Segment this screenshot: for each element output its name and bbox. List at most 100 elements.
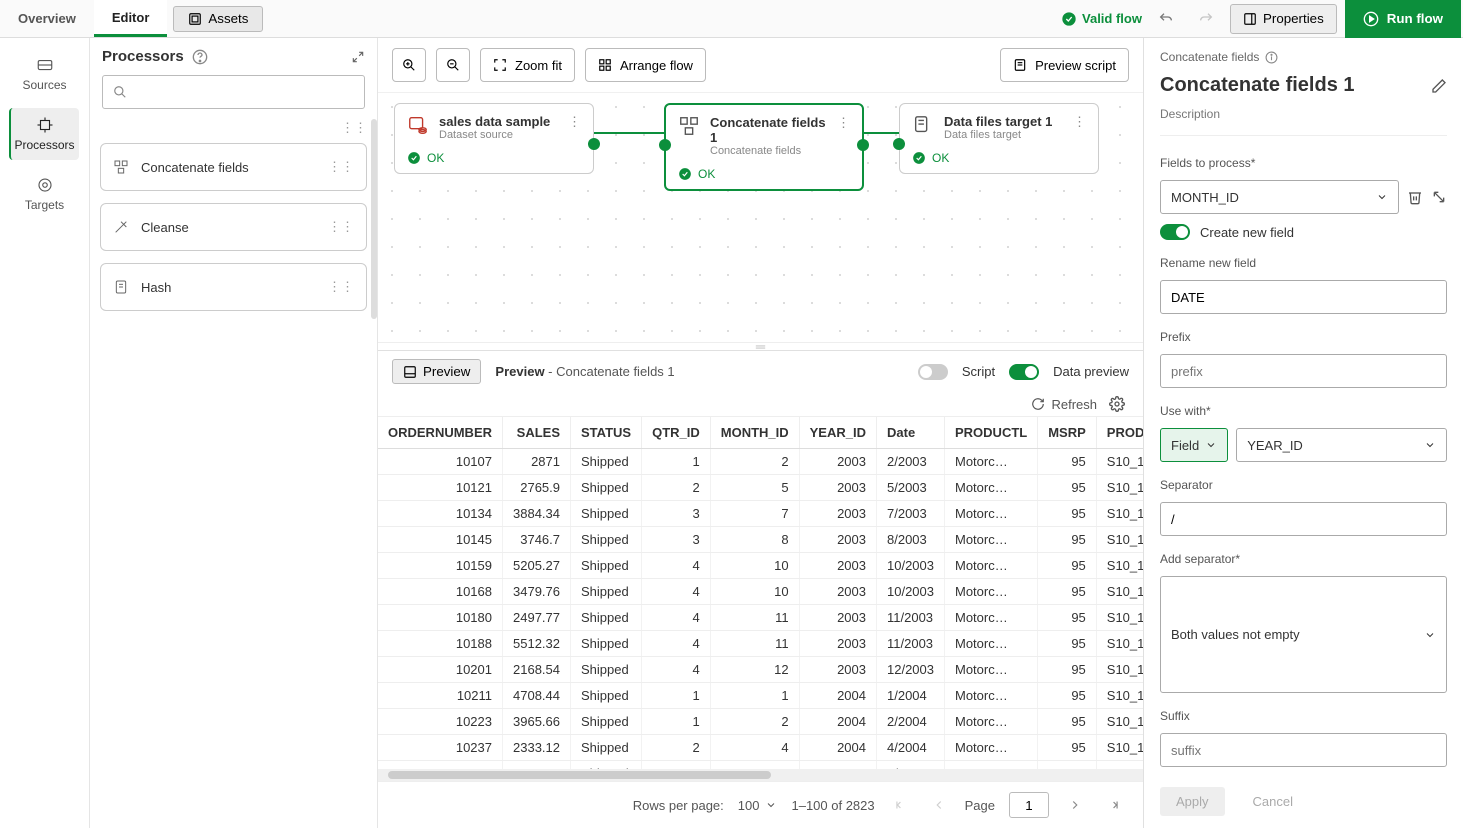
fields-to-process-select[interactable]: MONTH_ID: [1160, 180, 1399, 214]
apply-to-all-button[interactable]: [1431, 189, 1447, 205]
last-page-button[interactable]: [1101, 793, 1125, 817]
node-target[interactable]: Data files target 1 Data files target ⋮ …: [899, 103, 1099, 174]
redo-button[interactable]: [1190, 5, 1222, 33]
zoom-out-button[interactable]: [436, 48, 470, 82]
table-row[interactable]: 101343884.34Shipped3720037/2003Motorc…95…: [378, 501, 1143, 527]
rail-processors[interactable]: Processors: [9, 108, 79, 160]
table-row[interactable]: 101683479.76Shipped410200310/2003Motorc……: [378, 579, 1143, 605]
node-menu-button[interactable]: ⋮: [1073, 114, 1086, 130]
properties-button[interactable]: Properties: [1230, 4, 1337, 34]
table-row[interactable]: 101802497.77Shipped411200311/2003Motorc……: [378, 605, 1143, 631]
table-row[interactable]: 101453746.7Shipped3820038/2003Motorc…95S…: [378, 527, 1143, 553]
undo-button[interactable]: [1150, 5, 1182, 33]
separator-input[interactable]: [1160, 502, 1447, 536]
column-header[interactable]: YEAR_ID: [799, 417, 876, 449]
add-separator-select[interactable]: Both values not empty: [1160, 576, 1447, 693]
processors-search[interactable]: [102, 75, 365, 109]
table-row[interactable]: 101072871Shipped1220032/2003Motorc…95S10…: [378, 449, 1143, 475]
node-input-port[interactable]: [659, 139, 671, 151]
data-preview-table[interactable]: ORDERNUMBERSALESSTATUSQTR_IDMONTH_IDYEAR…: [378, 416, 1143, 769]
preview-script-button[interactable]: Preview script: [1000, 48, 1129, 82]
panel-resize-handle[interactable]: ═: [378, 342, 1143, 350]
check-circle-icon: [678, 167, 692, 181]
assets-button[interactable]: Assets: [173, 6, 263, 32]
column-header[interactable]: Date: [877, 417, 945, 449]
table-cell: 2003: [799, 527, 876, 553]
page-input[interactable]: [1009, 792, 1049, 818]
column-header[interactable]: ORDERNUMBER: [378, 417, 503, 449]
drag-handle-icon[interactable]: ⋮⋮: [341, 120, 367, 136]
zoom-in-icon: [402, 58, 416, 72]
processor-item-partial[interactable]: ⋮⋮: [100, 119, 367, 137]
table-cell: 95: [1038, 709, 1097, 735]
column-header[interactable]: PRODUCTC: [1096, 417, 1143, 449]
processor-item-cleanse[interactable]: Cleanse ⋮⋮: [100, 203, 367, 251]
script-toggle[interactable]: [918, 364, 948, 380]
table-row[interactable]: 102372333.12Shipped2420044/2004Motorc…95…: [378, 735, 1143, 761]
topbar: Overview Editor Assets Valid flow Proper…: [0, 0, 1463, 38]
info-icon[interactable]: [1265, 51, 1278, 64]
table-row[interactable]: 102012168.54Shipped412200312/2003Motorc……: [378, 657, 1143, 683]
column-header[interactable]: PRODUCTL: [945, 417, 1038, 449]
table-row[interactable]: 101212765.9Shipped2520035/2003Motorc…95S…: [378, 475, 1143, 501]
drag-handle-icon[interactable]: ⋮⋮: [328, 279, 354, 295]
zoom-in-button[interactable]: [392, 48, 426, 82]
arrange-flow-button[interactable]: Arrange flow: [585, 48, 706, 82]
node-menu-button[interactable]: ⋮: [837, 115, 850, 131]
fields-to-process-label: Fields to process*: [1160, 156, 1447, 170]
run-flow-button[interactable]: Run flow: [1345, 0, 1461, 38]
table-cell: Shipped: [571, 657, 642, 683]
data-preview-toggle[interactable]: [1009, 364, 1039, 380]
targets-icon: [36, 176, 54, 194]
cancel-button[interactable]: Cancel: [1237, 787, 1309, 816]
horizontal-scrollbar[interactable]: [378, 769, 1143, 781]
column-header[interactable]: MONTH_ID: [710, 417, 799, 449]
rename-field-input[interactable]: [1160, 280, 1447, 314]
zoom-fit-button[interactable]: Zoom fit: [480, 48, 575, 82]
create-new-field-toggle[interactable]: [1160, 224, 1190, 240]
rail-targets[interactable]: Targets: [10, 168, 80, 220]
drag-handle-icon[interactable]: ⋮⋮: [328, 159, 354, 175]
rows-per-page-select[interactable]: 100: [738, 798, 778, 813]
node-source[interactable]: sales data sample Dataset source ⋮ OK: [394, 103, 594, 174]
use-with-type-select[interactable]: Field: [1160, 428, 1228, 462]
table-cell: 95: [1038, 761, 1097, 770]
table-row[interactable]: 101595205.27Shipped410200310/2003Motorc……: [378, 553, 1143, 579]
refresh-button[interactable]: Refresh: [1031, 397, 1097, 412]
node-concat[interactable]: Concatenate fields 1 Concatenate fields …: [664, 103, 864, 191]
processor-item-hash[interactable]: Hash ⋮⋮: [100, 263, 367, 311]
rail-sources[interactable]: Sources: [10, 48, 80, 100]
suffix-input[interactable]: [1160, 733, 1447, 767]
apply-button[interactable]: Apply: [1160, 787, 1225, 816]
node-output-port[interactable]: [588, 138, 600, 150]
delete-field-button[interactable]: [1407, 189, 1423, 205]
edit-title-button[interactable]: [1431, 78, 1447, 94]
flow-canvas[interactable]: sales data sample Dataset source ⋮ OK: [378, 92, 1143, 342]
table-row[interactable]: 102114708.44Shipped1120041/2004Motorc…95…: [378, 683, 1143, 709]
column-header[interactable]: MSRP: [1038, 417, 1097, 449]
column-header[interactable]: STATUS: [571, 417, 642, 449]
preview-title: Preview: [495, 364, 544, 379]
node-input-port[interactable]: [893, 138, 905, 150]
prev-page-button[interactable]: [927, 793, 951, 817]
tab-overview[interactable]: Overview: [0, 0, 94, 37]
first-page-button[interactable]: [889, 793, 913, 817]
node-output-port[interactable]: [857, 139, 869, 151]
table-settings-button[interactable]: [1109, 396, 1125, 412]
drag-handle-icon[interactable]: ⋮⋮: [328, 219, 354, 235]
table-row[interactable]: 101885512.32Shipped411200311/2003Motorc……: [378, 631, 1143, 657]
collapse-panel-button[interactable]: [351, 50, 365, 64]
node-menu-button[interactable]: ⋮: [568, 114, 581, 130]
next-page-button[interactable]: [1063, 793, 1087, 817]
help-icon[interactable]: [192, 49, 208, 65]
table-row[interactable]: 102233965.66Shipped1220042/2004Motorc…95…: [378, 709, 1143, 735]
use-with-field-select[interactable]: YEAR_ID: [1236, 428, 1447, 462]
prefix-input[interactable]: [1160, 354, 1447, 388]
column-header[interactable]: SALES: [503, 417, 571, 449]
processors-scrollbar[interactable]: [371, 119, 377, 319]
processor-item-concatenate[interactable]: Concatenate fields ⋮⋮: [100, 143, 367, 191]
table-row[interactable]: 102513188.64Shipped2520045/2004Motorc…95…: [378, 761, 1143, 770]
tab-editor[interactable]: Editor: [94, 0, 168, 37]
preview-panel-button[interactable]: Preview: [392, 359, 481, 384]
column-header[interactable]: QTR_ID: [642, 417, 711, 449]
